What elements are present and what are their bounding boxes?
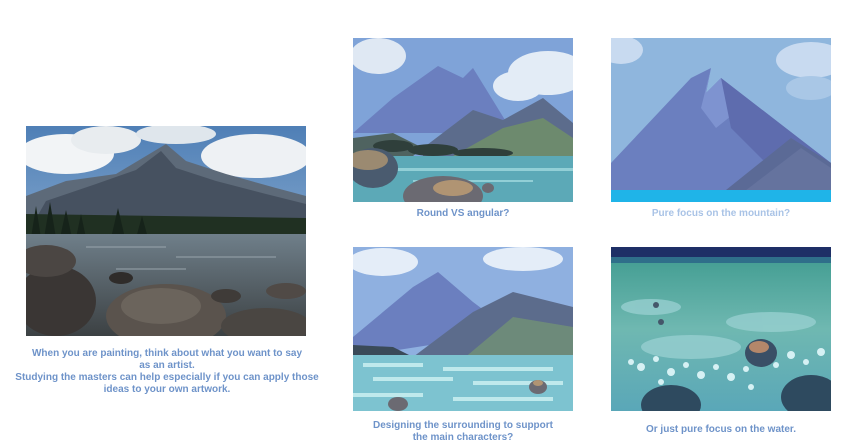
study-surroundings [353, 247, 573, 411]
study-caption-2: Pure focus on the mountain? [651, 208, 791, 219]
study-caption-4: Or just pure focus on the water. [645, 424, 797, 435]
study-round-vs-angular [353, 38, 573, 202]
study-mountain-focus [611, 38, 831, 202]
study-caption-1: Round VS angular? [416, 208, 510, 219]
reference-photo [26, 126, 306, 336]
study-water-focus [611, 247, 831, 411]
photo-caption: When you are painting, think about what … [15, 348, 319, 395]
study-caption-3: Designing the surrounding to support the… [373, 420, 553, 443]
